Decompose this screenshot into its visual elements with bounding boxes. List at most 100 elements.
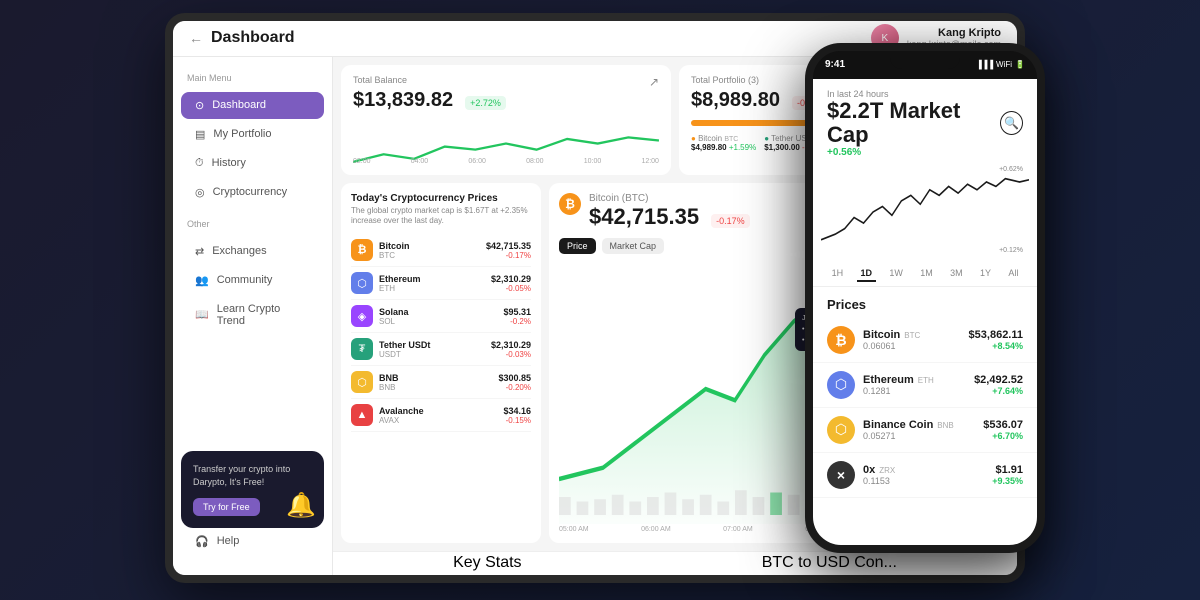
phone-screen: In last 24 hours $2.2T Market Cap +0.56%… — [813, 79, 1037, 545]
sidebar-item-history[interactable]: ⏱ History — [181, 150, 324, 177]
crypto-icon: ◎ — [195, 186, 205, 199]
bnb-list-icon: ⬡ — [351, 371, 373, 393]
crypto-row-avax[interactable]: ▲ Avalanche AVAX $34.16 -0.15% — [351, 399, 531, 432]
crypto-list-card: Today's Cryptocurrency Prices The global… — [341, 183, 541, 543]
sidebar-item-portfolio[interactable]: ▤ My Portfolio — [181, 121, 324, 148]
btc-list-icon: ₿ — [351, 239, 373, 261]
dashboard-icon: ⊙ — [195, 99, 204, 112]
help-label: Help — [217, 535, 240, 547]
balance-chart — [353, 116, 659, 156]
tab-1m[interactable]: 1M — [916, 266, 937, 282]
phone-eth-icon: ⬡ — [827, 371, 855, 399]
exchanges-icon: ⇄ — [195, 245, 204, 258]
sidebar: Main Menu ⊙ Dashboard ▤ My Portfolio ⏱ H… — [173, 57, 333, 575]
tab-price[interactable]: Price — [559, 238, 596, 254]
total-balance-card: Total Balance ↗ $13,839.82 +2.72% — [341, 65, 671, 175]
phone-prices-title: Prices — [813, 287, 1037, 318]
sidebar-exchanges-label: Exchanges — [212, 245, 266, 257]
phone-status-icons: ▐▐▐ WiFi 🔋 — [976, 60, 1025, 69]
crypto-row-sol[interactable]: ◈ Solana SOL $95.31 -0.2% — [351, 300, 531, 333]
crypto-row-bnb[interactable]: ⬡ BNB BNB $300.85 -0.20% — [351, 366, 531, 399]
sidebar-learn-label: Learn Crypto Trend — [217, 303, 310, 327]
bottom-bar: Key Stats BTC to USD Con... — [333, 551, 1017, 575]
phone-time-tabs: 1H 1D 1W 1M 3M 1Y All — [813, 262, 1037, 287]
key-stats-label[interactable]: Key Stats — [453, 554, 521, 572]
learn-icon: 📖 — [195, 308, 209, 321]
balance-value: $13,839.82 — [353, 89, 453, 112]
tab-1d[interactable]: 1D — [857, 266, 877, 282]
other-label: Other — [173, 215, 332, 233]
phone-btc-icon: ₿ — [827, 326, 855, 354]
sidebar-item-community[interactable]: 👥 Community — [181, 267, 324, 294]
main-menu-label: Main Menu — [173, 69, 332, 87]
crypto-row-usdt[interactable]: ₮ Tether USDt USDT $2,310.29 -0.03% — [351, 333, 531, 366]
promo-card: Transfer your crypto into Darypto, It's … — [181, 451, 324, 527]
phone-market-cap: $2.2T Market Cap — [827, 99, 1000, 147]
phone-crypto-bnb[interactable]: ⬡ Binance Coin BNB 0.05271 $536.07 +6.70… — [813, 408, 1037, 453]
sidebar-item-learn[interactable]: 📖 Learn Crypto Trend — [181, 296, 324, 334]
sidebar-item-help[interactable]: 🎧 Help — [181, 528, 324, 555]
chart-price: $42,715.35 — [589, 204, 699, 230]
time-label-3: 06:00 — [468, 158, 486, 165]
headphones-icon: 🎧 — [195, 535, 209, 548]
balance-expand-icon[interactable]: ↗ — [649, 75, 659, 89]
chart-high-label: +0.62% — [999, 166, 1023, 173]
search-button[interactable]: 🔍 — [1000, 111, 1023, 135]
time-label-5: 10:00 — [584, 158, 602, 165]
sidebar-history-label: History — [212, 157, 246, 169]
sidebar-item-dashboard[interactable]: ⊙ Dashboard — [181, 92, 324, 119]
chart-low-label: +0.12% — [999, 247, 1023, 254]
phone-crypto-btc[interactable]: ₿ Bitcoin BTC 0.06061 $53,862.11 +8.54% — [813, 318, 1037, 363]
portfolio-icon: ▤ — [195, 128, 205, 141]
tab-1h[interactable]: 1H — [828, 266, 848, 282]
time-label-4: 08:00 — [526, 158, 544, 165]
eth-list-icon: ⬡ — [351, 272, 373, 294]
sidebar-item-exchanges[interactable]: ⇄ Exchanges — [181, 238, 324, 265]
back-icon[interactable]: ← — [189, 30, 203, 46]
btc-icon: ₿ — [559, 193, 581, 215]
user-name: Kang Kripto — [907, 27, 1001, 39]
chart-coin-name: Bitcoin (BTC) — [589, 193, 750, 204]
tab-3m[interactable]: 3M — [946, 266, 967, 282]
sidebar-item-cryptocurrency[interactable]: ◎ Cryptocurrency — [181, 179, 324, 206]
tab-1y[interactable]: 1Y — [976, 266, 995, 282]
phone-notch — [890, 51, 960, 69]
balance-label: Total Balance — [353, 75, 407, 85]
sidebar-dashboard-label: Dashboard — [212, 99, 266, 111]
time-label-1: 02:00 — [353, 158, 371, 165]
tab-1w[interactable]: 1W — [885, 266, 907, 282]
crypto-list-subtitle: The global crypto market cap is $1.67T a… — [351, 206, 531, 227]
crypto-row-btc[interactable]: ₿ Bitcoin BTC $42,715.35 -0.17% — [351, 234, 531, 267]
portfolio-btc: ● Bitcoin BTC $4,989.80 +1.59% — [691, 134, 756, 152]
community-icon: 👥 — [195, 274, 209, 287]
phone-zrx-icon: × — [827, 461, 855, 489]
tab-all[interactable]: All — [1004, 266, 1022, 282]
chart-change: -0.17% — [711, 214, 750, 228]
promo-text: Transfer your crypto into Darypto, It's … — [193, 463, 312, 488]
page-title: Dashboard — [211, 29, 295, 47]
time-label-2: 04:00 — [411, 158, 429, 165]
tab-marketcap[interactable]: Market Cap — [602, 238, 665, 254]
portfolio-value: $8,989.80 — [691, 89, 780, 112]
phone-crypto-eth[interactable]: ⬡ Ethereum ETH 0.1281 $2,492.52 +7.64% — [813, 363, 1037, 408]
bell-icon: 🔔 — [286, 491, 316, 520]
phone: 9:41 ▐▐▐ WiFi 🔋 In last 24 hours $2.2T M… — [805, 43, 1045, 553]
sidebar-community-label: Community — [217, 274, 273, 286]
crypto-row-eth[interactable]: ⬡ Ethereum ETH $2,310.29 -0.05% — [351, 267, 531, 300]
phone-market-chart: +0.62% +0.12% — [813, 162, 1037, 262]
btc-converter-label[interactable]: BTC to USD Con... — [762, 554, 897, 572]
phone-market-header: In last 24 hours $2.2T Market Cap +0.56%… — [813, 79, 1037, 162]
phone-crypto-zrx[interactable]: × 0x ZRX 0.1153 $1.91 +9.35% — [813, 453, 1037, 498]
balance-change: +2.72% — [465, 96, 506, 110]
avax-list-icon: ▲ — [351, 404, 373, 426]
promo-button[interactable]: Try for Free — [193, 498, 260, 516]
usdt-list-icon: ₮ — [351, 338, 373, 360]
sidebar-portfolio-label: My Portfolio — [213, 128, 271, 140]
history-icon: ⏱ — [195, 157, 204, 170]
sol-list-icon: ◈ — [351, 305, 373, 327]
sidebar-crypto-label: Cryptocurrency — [213, 186, 288, 198]
phone-market-label: In last 24 hours — [827, 89, 1000, 99]
time-label-6: 12:00 — [641, 158, 659, 165]
phone-bnb-icon: ⬡ — [827, 416, 855, 444]
phone-status-bar: 9:41 ▐▐▐ WiFi 🔋 — [813, 51, 1037, 79]
